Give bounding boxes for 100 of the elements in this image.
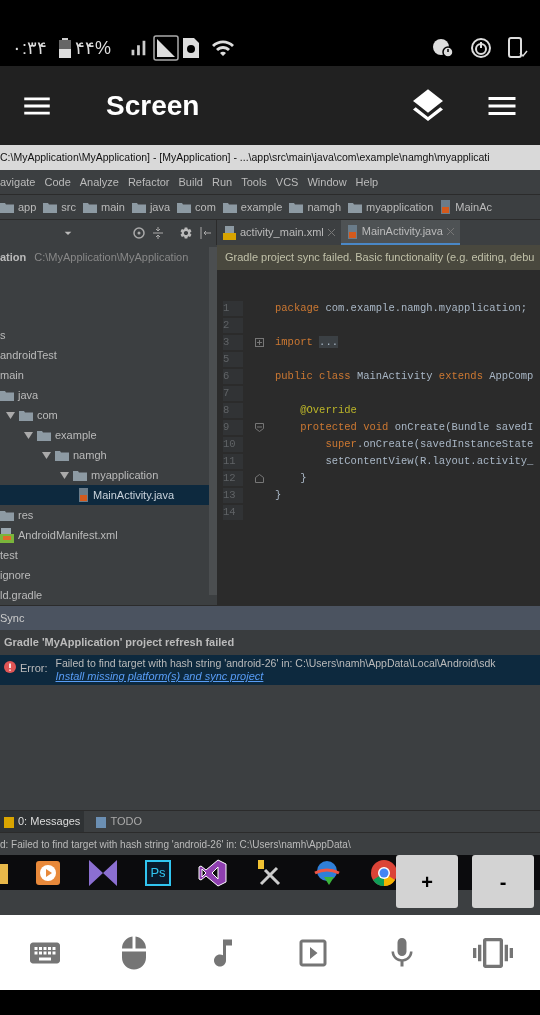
breadcrumb-item[interactable]: com	[195, 198, 216, 216]
code-line: import ...	[275, 334, 338, 350]
disc-alert-icon	[432, 38, 454, 58]
expanded-arrow-icon[interactable]	[6, 410, 15, 420]
chrome-logo-icon[interactable]	[369, 857, 399, 888]
folder-icon	[177, 201, 192, 213]
code-line: setContentView(R.layout.activity_	[324, 453, 534, 469]
device-check-icon	[508, 37, 528, 59]
menu-item[interactable]: avigate	[0, 173, 36, 191]
folder-icon	[348, 201, 363, 213]
tree-item[interactable]: ld.gradle	[0, 585, 209, 605]
breadcrumb-item[interactable]: app	[18, 198, 37, 216]
clock-text: ۰:۳۴	[12, 36, 47, 60]
java-file-icon	[346, 224, 358, 239]
expanded-arrow-icon[interactable]	[42, 450, 51, 460]
menu-item[interactable]: Help	[355, 173, 379, 191]
code-line: }	[299, 470, 307, 486]
folder-icon	[0, 389, 14, 401]
menu-item[interactable]: Build	[178, 173, 203, 191]
fold-collapse-icon[interactable]	[254, 423, 264, 432]
folder-icon	[0, 201, 14, 213]
code-line: super.onCreate(savedInstanceState	[324, 436, 534, 452]
tree-item[interactable]: com	[0, 405, 209, 425]
error-label: Error:	[20, 661, 48, 676]
crosshair-icon[interactable]	[133, 226, 145, 239]
zoom-out-button[interactable]: -	[472, 855, 534, 908]
infinity-logo-icon[interactable]	[198, 857, 228, 888]
battery-icon	[59, 38, 71, 58]
code-line: package com.example.namgh.myapplication;	[275, 300, 528, 316]
code-line: public class MainActivity extends AppComp	[275, 368, 534, 384]
tree-item[interactable]: example	[0, 425, 209, 445]
error-message: Failed to find target with hash string 'android-26' in: C:\Users\namh\AppData\Local\Android\sdk	[55, 657, 496, 670]
tree-item[interactable]: namgh	[0, 445, 209, 465]
settings-icon[interactable]	[179, 225, 193, 240]
project-path: C:\MyApplication\MyApplication	[34, 250, 189, 266]
tree-item[interactable]: res	[0, 505, 209, 525]
editor-tab[interactable]: MainActivity.java	[340, 220, 460, 245]
menu-item[interactable]: VCS	[275, 173, 299, 191]
menu-item[interactable]: Code	[44, 173, 71, 191]
folder-icon	[131, 201, 146, 213]
fold-end-icon[interactable]	[254, 474, 264, 483]
sync-panel-header: Sync	[0, 605, 540, 630]
expanded-arrow-icon[interactable]	[60, 470, 69, 480]
expanded-arrow-icon[interactable]	[24, 430, 33, 440]
tree-item[interactable]: ignore	[0, 565, 209, 585]
breadcrumb-item[interactable]: main	[101, 198, 125, 216]
tree-item[interactable]: MainActivity.java	[0, 485, 209, 505]
tool-window-tab[interactable]: 0: Messages	[0, 811, 85, 832]
install-platform-link[interactable]: Install missing platform(s) and sync project	[55, 670, 496, 683]
folder-icon	[55, 449, 69, 461]
breadcrumb-item[interactable]: MainAc	[455, 198, 492, 216]
tree-item[interactable]: myapplication	[0, 465, 209, 485]
tool-window-tab[interactable]: TODO	[92, 811, 146, 832]
fold-expand-icon[interactable]	[254, 338, 264, 347]
tree-item[interactable]: s	[0, 325, 209, 345]
error-icon	[4, 661, 16, 673]
folder-icon	[0, 509, 14, 521]
sync-title: Gradle 'MyApplication' project refresh failed	[4, 635, 235, 651]
editor-tab[interactable]: activity_main.xml	[217, 220, 341, 245]
media-player-icon[interactable]	[35, 859, 61, 886]
tree-item[interactable]: test	[0, 545, 209, 565]
folder-icon	[73, 469, 87, 481]
app-title: Screen	[106, 88, 200, 123]
tree-item[interactable]: main	[0, 365, 209, 385]
breadcrumb-item[interactable]: namgh	[307, 198, 342, 216]
folder-icon	[222, 201, 237, 213]
pin-left-icon[interactable]	[200, 226, 212, 239]
java-file-icon	[440, 200, 452, 214]
folder-icon	[43, 201, 58, 213]
breadcrumb-item[interactable]: src	[61, 198, 77, 216]
folder-icon	[37, 429, 51, 441]
menu-item[interactable]: Run	[211, 173, 233, 191]
photoshop-app-icon[interactable]: Ps	[145, 859, 171, 886]
menu-item[interactable]: Analyze	[79, 173, 119, 191]
code-line: protected void onCreate(Bundle savedI	[299, 419, 534, 435]
messages-icon	[4, 815, 14, 828]
breadcrumb-item[interactable]: example	[240, 198, 283, 216]
menu-item[interactable]: Tools	[241, 173, 267, 191]
tree-item[interactable]: androidTest	[0, 345, 209, 365]
battery-percent-text: ۴۴%	[75, 36, 112, 60]
breadcrumb-item[interactable]: myapplication	[366, 198, 434, 216]
collapse-icon[interactable]	[152, 226, 164, 239]
close-icon[interactable]	[327, 229, 335, 236]
menu-item[interactable]: Refactor	[127, 173, 170, 191]
menu-item[interactable]: Window	[307, 173, 347, 191]
xml-file-icon	[223, 225, 236, 240]
signal-icon	[153, 35, 180, 61]
tree-item[interactable]: AndroidManifest.xml	[0, 525, 209, 545]
breadcrumb-item[interactable]: java	[149, 198, 171, 216]
folder-icon	[83, 201, 98, 213]
sync-failed-banner: Gradle project sync failed. Basic functionality (e.g. editing, debu	[217, 245, 540, 270]
todo-icon	[96, 815, 107, 828]
folder-icon	[19, 409, 33, 421]
globe-arrow-icon[interactable]	[312, 858, 342, 887]
zoom-in-button[interactable]: +	[396, 855, 458, 908]
window-title: C:\MyApplication\MyApplication] - [MyApplication] - ...\app\src\main\java\com\example\namgh\myapplicati	[0, 149, 490, 165]
tree-item[interactable]: java	[0, 385, 209, 405]
code-line: @Override	[299, 402, 357, 418]
scrollbar[interactable]	[209, 247, 217, 595]
bowtie-logo-icon[interactable]	[88, 858, 118, 887]
